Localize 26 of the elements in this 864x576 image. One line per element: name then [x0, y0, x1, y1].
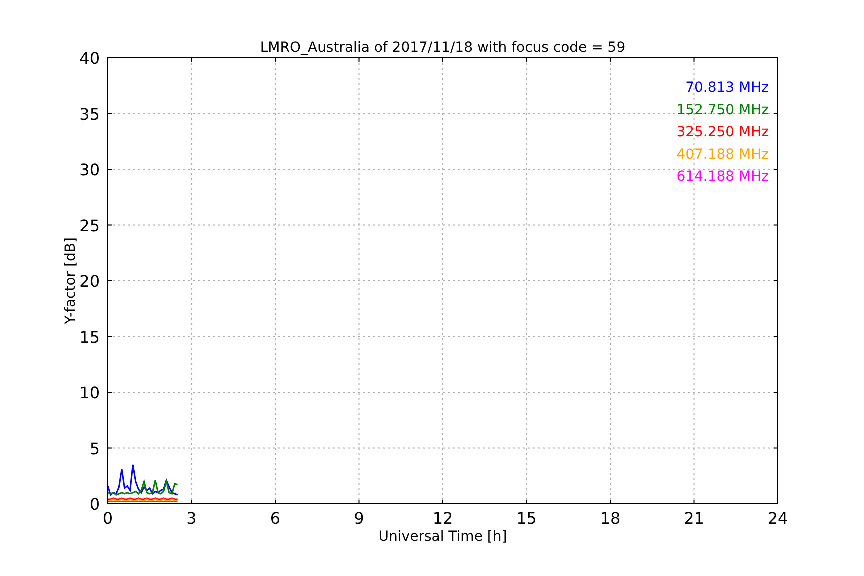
tick-label: 21 — [684, 509, 704, 528]
x-axis-label: Universal Time [h] — [378, 529, 508, 545]
tick-label: 3 — [186, 509, 197, 528]
y-axis-label: Y-factor [dB] — [63, 238, 79, 324]
tick-label: 18 — [600, 509, 621, 528]
tick-label: 24 — [768, 509, 788, 528]
tick-label: 6 — [270, 509, 281, 528]
legend-label: 325.250 MHz — [676, 124, 769, 141]
tick-label: 0 — [102, 509, 114, 528]
tick-label: 35 — [80, 104, 100, 124]
tick-label: 15 — [516, 509, 537, 528]
tick-label: 30 — [80, 160, 100, 180]
legend-label: 70.813 MHz — [686, 80, 769, 96]
tick-label: 5 — [90, 439, 100, 458]
tick-label: 0 — [90, 495, 100, 514]
tick-label: 20 — [80, 272, 100, 291]
legend-label: 152.750 MHz — [676, 102, 769, 118]
tick-label: 40 — [80, 49, 100, 68]
tick-label: 25 — [80, 216, 100, 236]
tick-label: 9 — [354, 509, 364, 528]
legend-label: 614.188 MHz — [676, 169, 769, 186]
chart-title: LMRO_Australia of 2017/11/18 with focus code = 59 — [260, 40, 626, 56]
legend-label: 407.188 MHz — [676, 146, 769, 163]
tick-label: 15 — [80, 328, 100, 347]
tick-label: 10 — [80, 384, 100, 402]
tick-label: 12 — [432, 509, 454, 528]
